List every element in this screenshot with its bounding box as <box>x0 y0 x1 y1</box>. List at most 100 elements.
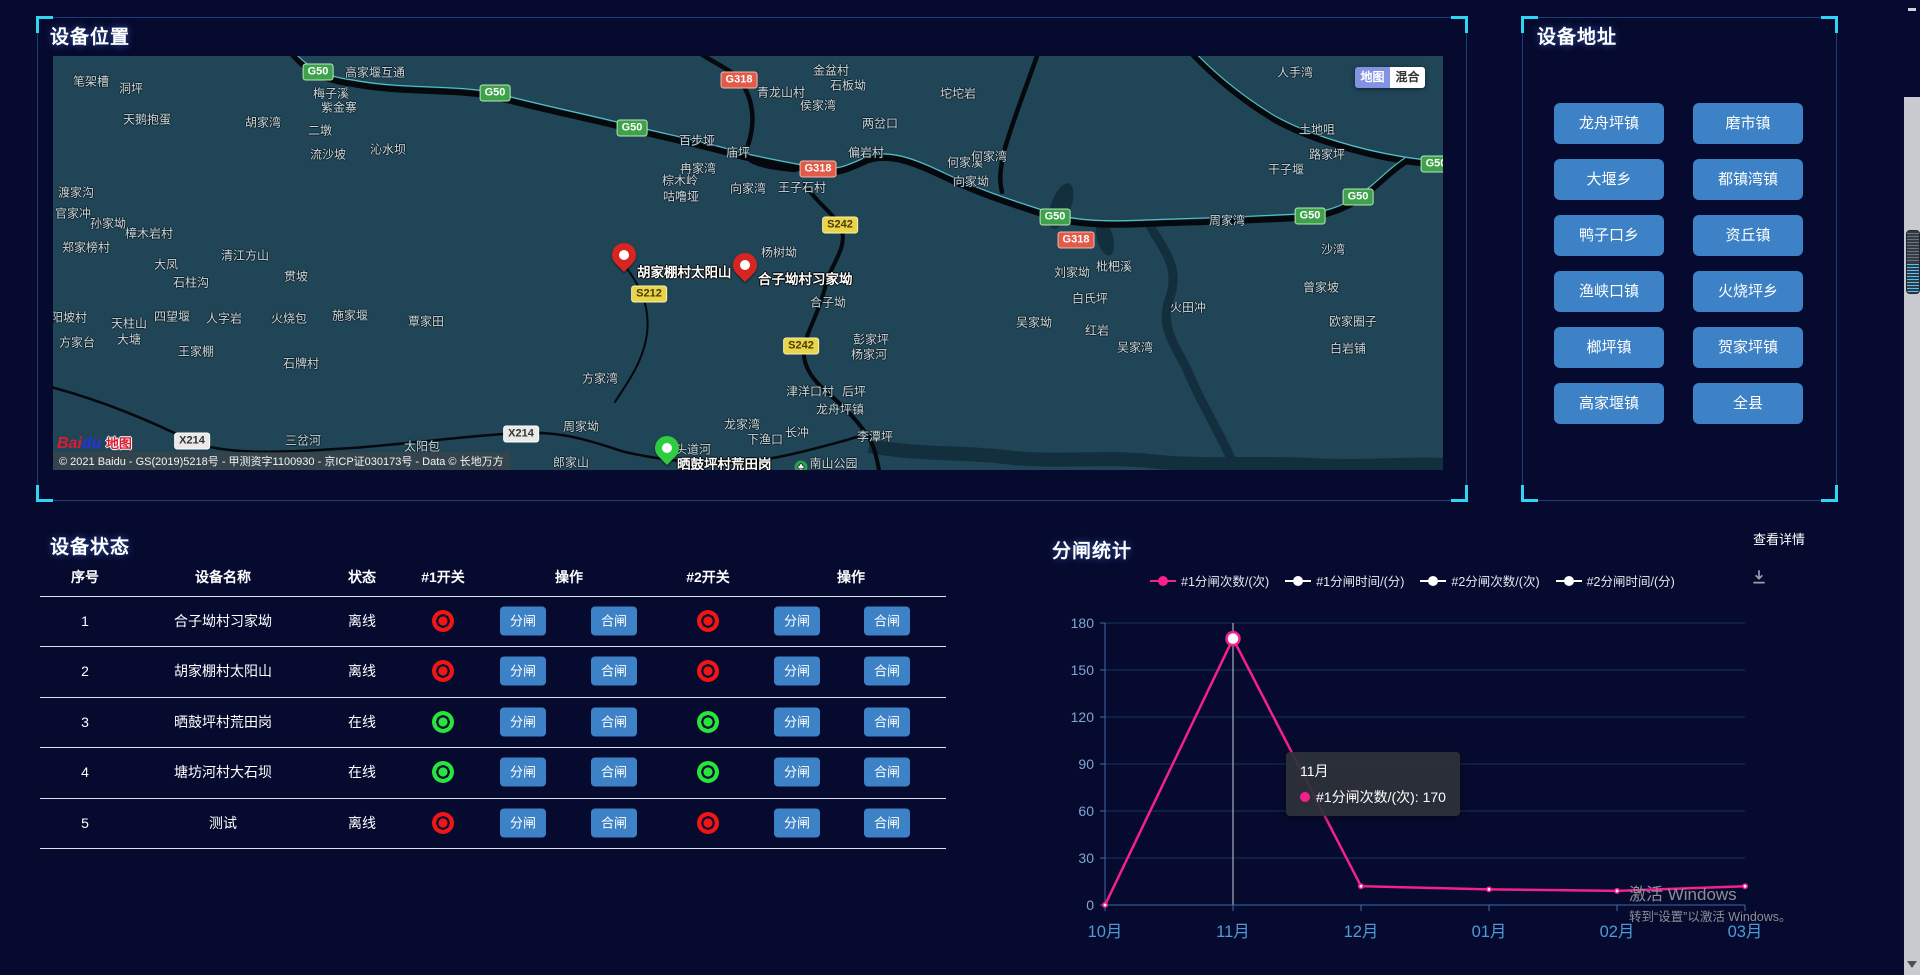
map-label: 石板坳 <box>830 77 866 94</box>
map-label: 大塘 <box>117 331 141 348</box>
map-label: 欧家圈子 <box>1329 313 1377 330</box>
scrollbar-thumb[interactable] <box>1906 230 1920 294</box>
address-button[interactable]: 都镇湾镇 <box>1693 159 1803 200</box>
map-label: 方家湾 <box>582 370 618 387</box>
map-label: 三岔河 <box>285 432 321 449</box>
map-label: 郑家榜村 <box>62 239 110 256</box>
address-button[interactable]: 渔峡口镇 <box>1554 271 1664 312</box>
map-label: 洞坪 <box>119 80 143 97</box>
corner-decoration <box>36 485 53 502</box>
legend-item[interactable]: #1分闸次数/(次) <box>1150 571 1269 590</box>
map-label: 王家棚 <box>178 343 214 360</box>
close-switch1-button[interactable]: 合闸 <box>591 758 637 787</box>
close-switch1-button[interactable]: 合闸 <box>591 607 637 636</box>
download-icon[interactable] <box>1750 568 1768 586</box>
map-label: 向家湾 <box>730 180 766 197</box>
open-switch1-button[interactable]: 分闸 <box>500 607 546 636</box>
address-button[interactable]: 龙舟坪镇 <box>1554 103 1664 144</box>
close-switch1-button[interactable]: 合闸 <box>591 808 637 837</box>
open-switch2-button[interactable]: 分闸 <box>774 758 820 787</box>
address-button[interactable]: 火烧坪乡 <box>1693 271 1803 312</box>
trip-stats-title: 分闸统计 <box>1052 536 1132 563</box>
x-axis-tick-label: 10月 <box>1070 918 1140 942</box>
map-label: 侯家湾 <box>800 97 836 114</box>
close-switch2-button[interactable]: 合闸 <box>864 758 910 787</box>
map-label: 红岩 <box>1085 322 1109 339</box>
status-text: 离线 <box>316 813 408 833</box>
address-button[interactable]: 高家堰镇 <box>1554 383 1664 424</box>
row-index: 4 <box>40 764 130 780</box>
map-label: 两岔口 <box>862 115 898 132</box>
row-index: 1 <box>40 613 130 629</box>
map-label: 官家冲 <box>55 205 91 222</box>
road-badge-s242: S242 <box>822 217 858 234</box>
map-label: 人字岩 <box>206 310 242 327</box>
road-badge-g318: G318 <box>1058 232 1095 249</box>
switch2-indicator-red <box>697 610 719 632</box>
close-switch1-button[interactable]: 合闸 <box>591 707 637 736</box>
close-switch2-button[interactable]: 合闸 <box>864 607 910 636</box>
open-switch2-button[interactable]: 分闸 <box>774 808 820 837</box>
open-switch2-button[interactable]: 分闸 <box>774 657 820 686</box>
map-label: 后坪 <box>842 383 866 400</box>
address-button[interactable]: 磨市镇 <box>1693 103 1803 144</box>
status-text: 在线 <box>316 762 408 782</box>
map-type-hybrid-button[interactable]: 混合 <box>1390 67 1425 88</box>
y-axis-tick-label: 120 <box>1050 709 1094 725</box>
switch1-indicator-red <box>432 610 454 632</box>
map-label: 杨家河 <box>851 346 887 363</box>
address-button[interactable]: 贺家坪镇 <box>1693 327 1803 368</box>
device-pin-label: 胡家棚村太阳山 <box>637 261 732 281</box>
x-axis-tick-label: 11月 <box>1198 918 1268 942</box>
legend-item[interactable]: #2分闸次数/(次) <box>1420 571 1539 590</box>
map-label: 高家堰互通 <box>345 64 405 81</box>
map-label: 长冲 <box>785 424 809 441</box>
scrollbar-track[interactable] <box>1904 97 1920 975</box>
map-label: 紫金寨 <box>321 99 357 116</box>
map-label: 阴阳坡村 <box>53 309 87 326</box>
address-button[interactable]: 鸭子口乡 <box>1554 215 1664 256</box>
map-label: 石牌村 <box>283 355 319 372</box>
scrollbar-down-arrow[interactable] <box>1907 961 1917 968</box>
legend-item[interactable]: #2分闸时间/(分) <box>1556 571 1675 590</box>
road-badge-x214: X214 <box>503 426 539 443</box>
open-switch1-button[interactable]: 分闸 <box>500 758 546 787</box>
map-label: 杨树坳 <box>761 244 797 261</box>
map-label: 何家湾 <box>971 148 1007 165</box>
address-button[interactable]: 资丘镇 <box>1693 215 1803 256</box>
address-button[interactable]: 榔坪镇 <box>1554 327 1664 368</box>
road-badge-g50: G50 <box>1421 156 1443 173</box>
view-details-link[interactable]: 查看详情 <box>1753 529 1805 548</box>
column-header: #1开关 <box>408 567 478 587</box>
close-switch1-button[interactable]: 合闸 <box>591 657 637 686</box>
open-switch2-button[interactable]: 分闸 <box>774 607 820 636</box>
baidu-map[interactable]: 笔架槽洞坪天鹅抱蛋胡家湾高家堰互通梅子溪紫金寨二墩流沙坡沁水坝金盆村石板坳青龙山… <box>53 56 1443 470</box>
map-label: 庙坪 <box>726 144 750 161</box>
corner-decoration <box>1521 16 1538 33</box>
device-name: 合子坳村习家坳 <box>130 611 316 631</box>
close-switch2-button[interactable]: 合闸 <box>864 657 910 686</box>
map-label: 方家台 <box>59 334 95 351</box>
tooltip-series-dot <box>1300 792 1310 802</box>
map-label: 渡家沟 <box>58 184 94 201</box>
open-switch1-button[interactable]: 分闸 <box>500 808 546 837</box>
y-axis-tick-label: 60 <box>1050 803 1094 819</box>
open-switch1-button[interactable]: 分闸 <box>500 657 546 686</box>
corner-decoration <box>1821 16 1838 33</box>
close-switch2-button[interactable]: 合闸 <box>864 707 910 736</box>
x-axis-tick-label: 01月 <box>1454 918 1524 942</box>
close-switch2-button[interactable]: 合闸 <box>864 808 910 837</box>
x-axis-tick-label: 12月 <box>1326 918 1396 942</box>
legend-item[interactable]: #1分闸时间/(分) <box>1285 571 1404 590</box>
map-label: 向家坳 <box>953 173 989 190</box>
address-button[interactable]: 全县 <box>1693 383 1803 424</box>
map-label: 孙家坳 <box>90 215 126 232</box>
map-label: 白氏坪 <box>1072 290 1108 307</box>
y-axis-tick-label: 90 <box>1050 756 1094 772</box>
address-button[interactable]: 大堰乡 <box>1554 159 1664 200</box>
open-switch2-button[interactable]: 分闸 <box>774 707 820 736</box>
map-label: 清江方山 <box>221 247 269 264</box>
device-name: 胡家棚村太阳山 <box>130 661 316 681</box>
open-switch1-button[interactable]: 分闸 <box>500 707 546 736</box>
map-type-map-button[interactable]: 地图 <box>1355 67 1390 88</box>
